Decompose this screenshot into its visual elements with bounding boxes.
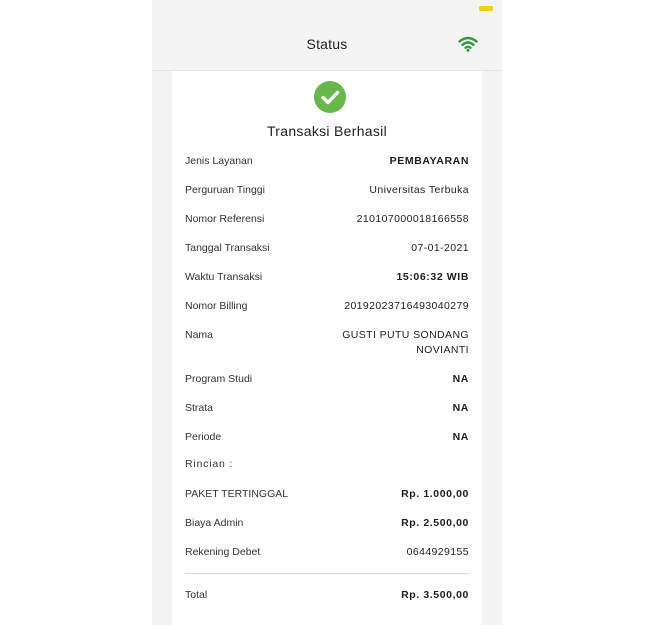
row-label: Waktu Transaksi — [185, 271, 263, 283]
row-value: 15:06:32 WIB — [396, 271, 469, 283]
row-value-line1: GUSTI PUTU SONDANG — [342, 329, 469, 341]
row-value: 0644929155 — [406, 546, 469, 558]
row-label: Nama — [185, 329, 214, 341]
row-value: NA — [452, 402, 469, 414]
status-bar — [152, 0, 502, 18]
row-label: Tanggal Transaksi — [185, 242, 270, 254]
row-value: 20192023716493040279 — [344, 300, 469, 312]
row-value: Universitas Terbuka — [369, 184, 469, 196]
total-label: Total — [185, 589, 208, 601]
row-label: Program Studi — [185, 373, 253, 385]
row-label: Periode — [185, 431, 222, 443]
row-value: NA — [452, 431, 469, 443]
row-label: Nomor Billing — [185, 300, 248, 312]
phone-screen: Status Transaksi Berhasil Jenis Layanan … — [152, 0, 502, 625]
row-value: Rp. 1.000,00 — [401, 488, 469, 500]
transaction-status-title: Transaksi Berhasil — [266, 123, 388, 139]
total-divider — [185, 573, 469, 574]
row-label: Perguruan Tinggi — [185, 184, 265, 196]
check-circle-icon — [314, 81, 346, 113]
battery-icon — [479, 6, 493, 11]
details-section-label: Rincian : — [185, 458, 234, 470]
row-value-line2: NOVIANTI — [416, 344, 469, 356]
row-label: Jenis Layanan — [185, 155, 253, 167]
row-value: NA — [452, 373, 469, 385]
row-value: 210107000018166558 — [356, 213, 469, 225]
row-label: Biaya Admin — [185, 517, 244, 529]
row-label: Rekening Debet — [185, 546, 261, 558]
row-value: Rp. 2.500,00 — [401, 517, 469, 529]
wifi-icon[interactable] — [458, 36, 478, 52]
page-title: Status — [306, 36, 348, 52]
row-label: Strata — [185, 402, 214, 414]
row-value: 07-01-2021 — [411, 242, 469, 254]
row-label: Nomor Referensi — [185, 213, 265, 225]
app-header: Status — [152, 18, 502, 71]
total-value: Rp. 3.500,00 — [401, 589, 469, 601]
row-nama: Nama GUSTI PUTU SONDANG NOVIANTI — [185, 327, 469, 359]
row-value: PEMBAYARAN — [389, 155, 469, 167]
transaction-receipt-card: Transaksi Berhasil Jenis Layanan PEMBAYA… — [172, 71, 482, 625]
row-label: PAKET TERTINGGAL — [185, 488, 289, 500]
